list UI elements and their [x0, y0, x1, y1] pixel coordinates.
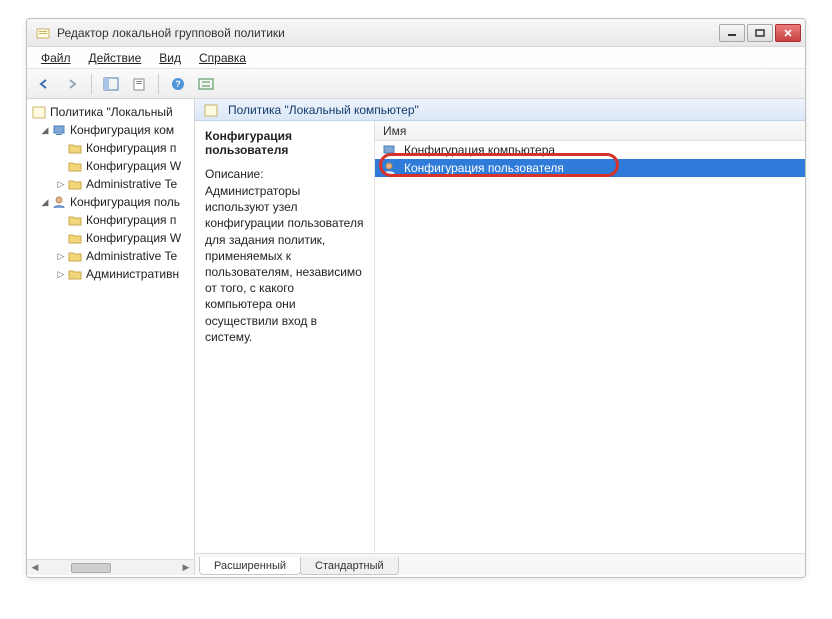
- close-button[interactable]: [775, 24, 801, 42]
- scroll-right-icon[interactable]: ▶: [178, 561, 194, 575]
- collapse-icon[interactable]: ◢: [39, 197, 51, 208]
- minimize-button[interactable]: [719, 24, 745, 42]
- list-item-label: Конфигурация пользователя: [404, 161, 564, 175]
- tree-item[interactable]: ▷ Административн: [29, 265, 192, 283]
- policy-icon: [203, 102, 219, 118]
- user-icon: [51, 194, 67, 210]
- show-tree-button[interactable]: [100, 73, 122, 95]
- selection-heading: Конфигурация пользователя: [205, 129, 364, 157]
- description-label: Описание:: [205, 167, 364, 181]
- expand-icon[interactable]: ▷: [55, 179, 67, 190]
- folder-icon: [67, 248, 83, 264]
- folder-icon: [67, 266, 83, 282]
- tree-user-config[interactable]: ◢ Конфигурация поль: [29, 193, 192, 211]
- tree-label: Конфигурация W: [86, 231, 181, 245]
- tree-hscrollbar[interactable]: ◀ ▶: [27, 559, 194, 575]
- scroll-left-icon[interactable]: ◀: [27, 561, 43, 575]
- tab-label: Расширенный: [214, 560, 286, 572]
- tree-label: Политика "Локальный: [50, 105, 173, 119]
- expand-icon[interactable]: ▷: [55, 269, 67, 280]
- toolbar: ?: [27, 69, 805, 99]
- tree-item[interactable]: ▷ Administrative Te: [29, 247, 192, 265]
- tree-label: Administrative Te: [86, 249, 177, 263]
- list-pane: Имя Конфигурация компьютера Конфигурация…: [375, 121, 805, 575]
- tree-item[interactable]: Конфигурация п: [29, 211, 192, 229]
- folder-icon: [67, 158, 83, 174]
- menu-file[interactable]: Файл: [33, 49, 79, 67]
- menu-help[interactable]: Справка: [191, 49, 254, 67]
- window-title: Редактор локальной групповой политики: [57, 26, 285, 40]
- svg-text:?: ?: [175, 79, 181, 89]
- properties-button[interactable]: [128, 73, 150, 95]
- folder-icon: [67, 176, 83, 192]
- path-header: Политика "Локальный компьютер": [195, 99, 805, 121]
- column-header-label: Имя: [383, 124, 406, 138]
- tree-root[interactable]: Политика "Локальный: [29, 103, 192, 121]
- tree-label: Конфигурация п: [86, 213, 176, 227]
- tree-label: Конфигурация ком: [70, 123, 174, 137]
- path-text: Политика "Локальный компьютер": [228, 103, 419, 117]
- app-icon: [35, 25, 51, 41]
- tree-pane[interactable]: Политика "Локальный ◢ Конфигурация ком К…: [27, 99, 195, 575]
- maximize-button[interactable]: [747, 24, 773, 42]
- nav-forward-button[interactable]: [61, 73, 83, 95]
- content-area: Политика "Локальный ◢ Конфигурация ком К…: [27, 99, 805, 575]
- toolbar-separator: [158, 74, 159, 94]
- tree-computer-config[interactable]: ◢ Конфигурация ком: [29, 121, 192, 139]
- menu-view[interactable]: Вид: [151, 49, 189, 67]
- tab-standard[interactable]: Стандартный: [300, 557, 399, 575]
- tree-item[interactable]: Конфигурация п: [29, 139, 192, 157]
- user-icon: [381, 160, 397, 176]
- help-button[interactable]: ?: [167, 73, 189, 95]
- description-pane: Конфигурация пользователя Описание: Адми…: [195, 121, 375, 575]
- expand-icon[interactable]: ▷: [55, 251, 67, 262]
- column-header-name[interactable]: Имя: [375, 121, 805, 141]
- tree-label: Конфигурация W: [86, 159, 181, 173]
- folder-icon: [67, 140, 83, 156]
- scroll-thumb[interactable]: [71, 563, 111, 573]
- collapse-icon[interactable]: ◢: [39, 125, 51, 136]
- tab-extended[interactable]: Расширенный: [199, 557, 301, 575]
- folder-icon: [67, 230, 83, 246]
- tab-label: Стандартный: [315, 560, 384, 572]
- menu-action[interactable]: Действие: [81, 49, 150, 67]
- folder-icon: [67, 212, 83, 228]
- computer-icon: [381, 142, 397, 158]
- description-text: Администраторы используют узел конфигура…: [205, 183, 364, 345]
- tree-label: Конфигурация п: [86, 141, 176, 155]
- nav-back-button[interactable]: [33, 73, 55, 95]
- tree-label: Конфигурация поль: [70, 195, 180, 209]
- tree-item[interactable]: Конфигурация W: [29, 229, 192, 247]
- app-window: Редактор локальной групповой политики Фа…: [26, 18, 806, 578]
- titlebar: Редактор локальной групповой политики: [27, 19, 805, 47]
- tree-label: Administrative Te: [86, 177, 177, 191]
- policy-icon: [31, 104, 47, 120]
- list-item-label: Конфигурация компьютера: [404, 143, 555, 157]
- list-item-user-config[interactable]: Конфигурация пользователя: [375, 159, 805, 177]
- tree-item[interactable]: ▷ Administrative Te: [29, 175, 192, 193]
- tree-label: Административн: [86, 267, 179, 281]
- view-tabs: Расширенный Стандартный: [195, 553, 805, 575]
- toolbar-separator: [91, 74, 92, 94]
- computer-icon: [51, 122, 67, 138]
- list-item-computer-config[interactable]: Конфигурация компьютера: [375, 141, 805, 159]
- details-pane: Политика "Локальный компьютер" Конфигура…: [195, 99, 805, 575]
- filter-button[interactable]: [195, 73, 217, 95]
- tree-item[interactable]: Конфигурация W: [29, 157, 192, 175]
- menubar: Файл Действие Вид Справка: [27, 47, 805, 69]
